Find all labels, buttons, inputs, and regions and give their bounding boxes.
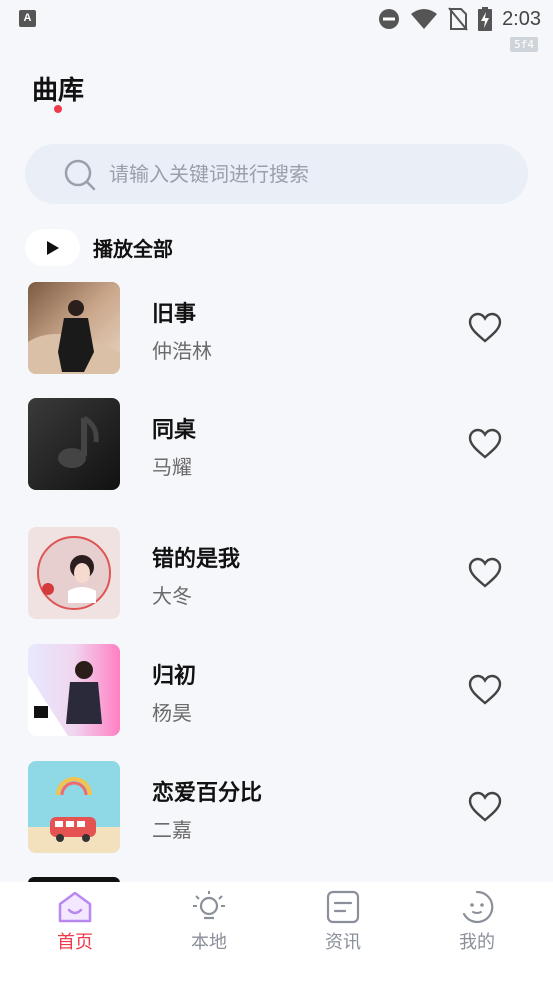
do-not-disturb-icon	[379, 9, 400, 29]
song-row[interactable]: 旧事 仲浩林	[0, 282, 553, 382]
song-title: 恋爱百分比	[152, 781, 263, 806]
nav-item-local[interactable]: 本地	[164, 890, 254, 960]
song-artist: 杨昊	[152, 701, 192, 725]
song-row[interactable]: 归初 杨昊	[0, 644, 553, 744]
song-row[interactable]: 错的是我 大冬	[0, 527, 553, 627]
album-cover	[28, 398, 120, 490]
song-row[interactable]: 恋爱百分比 二嘉	[0, 761, 553, 861]
album-cover	[28, 282, 120, 374]
search-bar[interactable]	[25, 144, 528, 204]
heart-icon[interactable]	[468, 428, 502, 460]
home-icon	[58, 891, 92, 923]
search-input[interactable]	[109, 144, 499, 204]
play-all-button[interactable]	[25, 229, 80, 266]
song-title: 归初	[152, 664, 197, 689]
nav-item-profile[interactable]: 我的	[432, 890, 522, 960]
nav-item-news[interactable]: 资讯	[298, 890, 388, 960]
bulb-icon	[193, 891, 225, 920]
wifi-icon	[411, 9, 438, 29]
nav-label: 资讯	[325, 932, 361, 953]
nav-label: 我的	[459, 932, 495, 953]
nav-item-home[interactable]: 首页	[30, 890, 120, 960]
play-all-label[interactable]: 播放全部	[93, 233, 173, 262]
album-cover	[28, 644, 120, 736]
song-artist: 仲浩林	[152, 339, 212, 363]
song-title: 错的是我	[152, 547, 241, 572]
song-title: 旧事	[152, 302, 197, 327]
clock: 2:03	[502, 7, 541, 30]
debug-badge: 5f4	[510, 37, 538, 52]
title-indicator-dot	[54, 105, 62, 113]
heart-icon[interactable]	[468, 312, 502, 344]
nav-label: 本地	[191, 932, 227, 953]
search-icon	[64, 159, 96, 191]
no-sim-icon	[448, 7, 468, 31]
page-title: 曲库	[32, 76, 85, 106]
heart-icon[interactable]	[468, 557, 502, 589]
battery-charging-icon	[478, 7, 493, 31]
app-notification-icon: A	[19, 10, 36, 27]
bottom-nav: 首页 本地 资讯 我的	[0, 882, 553, 983]
face-icon	[462, 890, 494, 924]
play-icon	[47, 241, 59, 255]
song-title: 同桌	[152, 418, 197, 443]
song-artist: 马耀	[152, 455, 192, 479]
song-artist: 大冬	[152, 584, 192, 608]
status-icons: 2:03	[378, 6, 541, 32]
nav-label: 首页	[57, 932, 93, 953]
heart-icon[interactable]	[468, 791, 502, 823]
status-bar: A 2:03 5f4	[0, 0, 553, 52]
news-icon	[326, 890, 360, 924]
heart-icon[interactable]	[468, 674, 502, 706]
song-row[interactable]: 同桌 马耀	[0, 398, 553, 498]
song-artist: 二嘉	[152, 818, 192, 842]
album-cover	[28, 527, 120, 619]
album-cover	[28, 761, 120, 853]
